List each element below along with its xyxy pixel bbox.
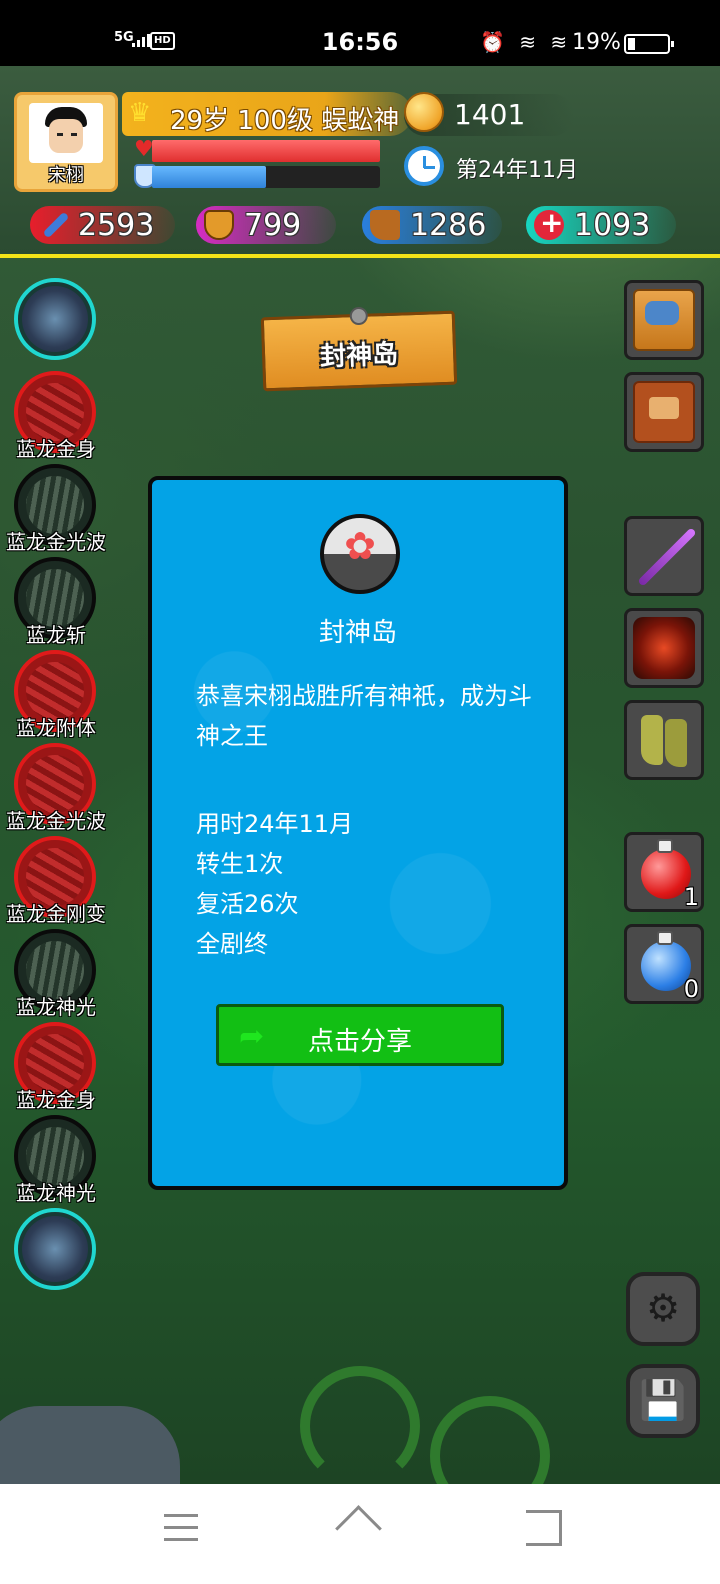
skill-label: 蓝龙金身 bbox=[16, 1088, 96, 1112]
health-stat: 1093 bbox=[526, 206, 676, 244]
attack-stat: 2593 bbox=[30, 206, 175, 244]
dialog-line: 用时24年11月 bbox=[196, 810, 354, 838]
system-nav-bar bbox=[0, 1484, 720, 1584]
rock-decoration bbox=[0, 1406, 180, 1484]
save-icon: 💾 bbox=[639, 1378, 687, 1422]
skill-label: 蓝龙金身 bbox=[16, 437, 96, 461]
dialog-line: 转生1次 bbox=[196, 850, 284, 878]
defense-stat: 799 bbox=[196, 206, 336, 244]
dialog-line: 全剧终 bbox=[196, 930, 268, 958]
book-button[interactable] bbox=[624, 372, 704, 452]
lotus-icon bbox=[320, 514, 400, 594]
dialog-title: 封神岛 bbox=[318, 618, 397, 648]
battery-icon bbox=[624, 34, 674, 54]
clock-icon bbox=[404, 146, 444, 186]
red-potion-count: 1 bbox=[683, 883, 699, 911]
boot-icon bbox=[370, 210, 400, 240]
skill-label: 蓝龙金光波 bbox=[6, 530, 106, 554]
crown-icon: ♛ bbox=[128, 98, 152, 128]
location-name: 封神岛 bbox=[319, 339, 399, 373]
location-sign: 封神岛 bbox=[260, 310, 458, 392]
map-button[interactable] bbox=[624, 280, 704, 360]
settings-button[interactable]: ⚙ bbox=[626, 1272, 700, 1346]
vine-decoration bbox=[430, 1396, 550, 1484]
player-title: 29岁 100级 蜈蚣神 bbox=[170, 106, 400, 136]
attack-value: 2593 bbox=[78, 208, 155, 243]
avatar-portrait bbox=[29, 103, 103, 163]
sword-icon bbox=[633, 525, 695, 587]
speed-value: 1286 bbox=[410, 208, 487, 243]
red-potion-button[interactable]: 1 bbox=[624, 832, 704, 912]
armor-slot[interactable] bbox=[624, 608, 704, 688]
victory-dialog: 封神岛 恭喜宋栩战胜所有神祇，成为斗神之王 用时24年11月 转生1次 复活26… bbox=[148, 476, 568, 1190]
heart-icon: ♥ bbox=[134, 137, 154, 162]
speed-stat: 1286 bbox=[362, 206, 502, 244]
dialog-message: 恭喜宋栩战胜所有神祇，成为斗神之王 bbox=[196, 682, 532, 750]
coin-count: 1401 bbox=[454, 98, 526, 131]
skill-label: 蓝龙斩 bbox=[26, 623, 86, 647]
health-value: 1093 bbox=[574, 208, 651, 243]
vine-decoration bbox=[300, 1366, 420, 1484]
mp-bar bbox=[152, 166, 380, 188]
book-icon bbox=[633, 381, 695, 443]
gear-icon: ⚙ bbox=[645, 1286, 681, 1330]
status-bar: 5G HD 16:56 ⏰ ≋ ≋ 19% bbox=[0, 0, 720, 66]
dialog-line: 复活26次 bbox=[196, 890, 299, 918]
dragon-skill-icon bbox=[22, 1216, 88, 1282]
map-icon bbox=[633, 289, 695, 351]
health-cross-icon bbox=[534, 206, 564, 240]
player-hud: 宋栩 ♛ 29岁 100级 蜈蚣神 ♥ 1401 第24年11月 2593 79… bbox=[0, 66, 720, 258]
game-area: 宋栩 ♛ 29岁 100级 蜈蚣神 ♥ 1401 第24年11月 2593 79… bbox=[0, 66, 720, 1484]
skill-label: 蓝龙附体 bbox=[16, 716, 96, 740]
skill-label: 蓝龙神光 bbox=[16, 1181, 96, 1205]
skill-label: 蓝龙金刚变 bbox=[6, 902, 106, 926]
skill-label: 蓝龙神光 bbox=[16, 995, 96, 1019]
back-icon[interactable] bbox=[526, 1510, 562, 1546]
player-title-bar: ♛ 29岁 100级 蜈蚣神 bbox=[122, 92, 412, 136]
menu-icon[interactable] bbox=[164, 1514, 198, 1544]
player-name: 宋栩 bbox=[48, 165, 84, 186]
boots-slot[interactable] bbox=[624, 700, 704, 780]
player-avatar[interactable]: 宋栩 bbox=[14, 92, 118, 192]
skill-button[interactable] bbox=[14, 278, 96, 360]
blue-potion-button[interactable]: 0 bbox=[624, 924, 704, 1004]
dragon-skill-icon bbox=[22, 286, 88, 352]
save-button[interactable]: 💾 bbox=[626, 1364, 700, 1438]
share-button-label: 点击分享 bbox=[307, 1027, 412, 1057]
armor-icon bbox=[633, 617, 695, 679]
game-date: 第24年11月 bbox=[456, 158, 578, 183]
boots-icon bbox=[633, 709, 695, 771]
alarm-wifi-icons: ⏰ ≋ ≋ bbox=[480, 30, 572, 54]
share-button[interactable]: ➦ 点击分享 bbox=[216, 1004, 504, 1066]
home-icon[interactable] bbox=[336, 1508, 384, 1548]
weapon-slot[interactable] bbox=[624, 516, 704, 596]
blue-potion-count: 0 bbox=[683, 975, 699, 1003]
defense-value: 799 bbox=[244, 208, 302, 243]
hp-bar bbox=[152, 140, 380, 162]
coin-icon bbox=[404, 92, 444, 132]
battery-percent: 19% bbox=[572, 30, 621, 55]
sword-icon bbox=[42, 211, 70, 239]
skill-label: 蓝龙金光波 bbox=[6, 809, 106, 833]
skill-button[interactable] bbox=[14, 1208, 96, 1290]
shield-icon bbox=[204, 210, 234, 240]
